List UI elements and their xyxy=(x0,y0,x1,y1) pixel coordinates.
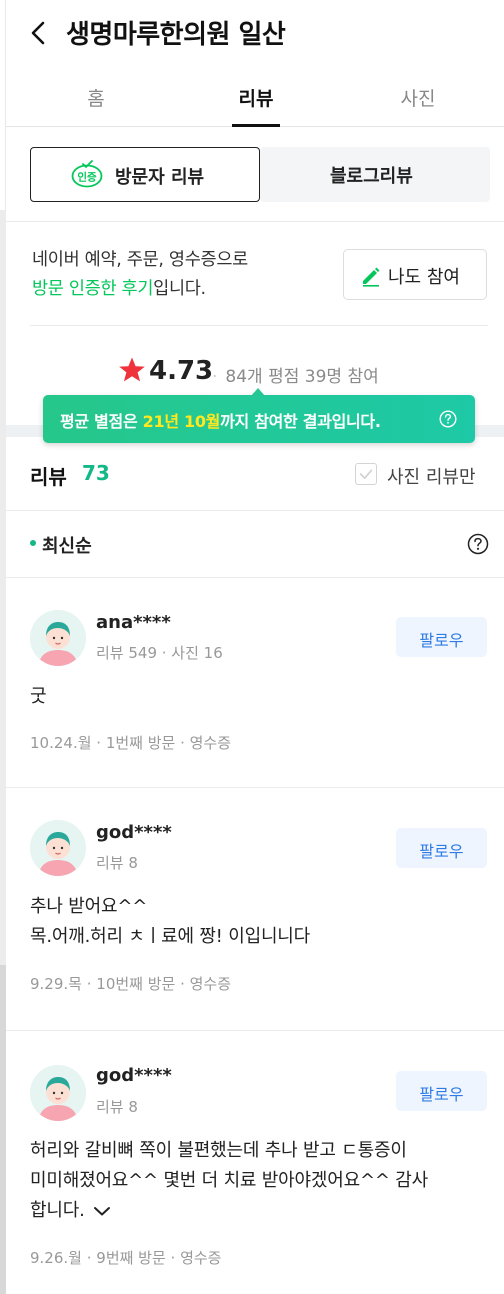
review-text: 추나 받어요^^ 목.어깨.허리 ㅊㅣ료에 짱! 이입니니다 xyxy=(30,892,310,952)
active-tab-indicator xyxy=(232,124,280,127)
tooltip-text-part1: 평균 별점은 xyxy=(60,412,143,431)
sort-dot xyxy=(30,540,36,546)
reviewer-name[interactable]: god**** xyxy=(96,822,172,843)
divider xyxy=(30,325,488,326)
visitor-review-label: 방문자 리뷰 xyxy=(115,167,205,188)
tab-photo[interactable]: 사진 xyxy=(358,84,478,111)
tab-bar: 홈 리뷰 사진 xyxy=(6,64,504,127)
tab-review[interactable]: 리뷰 xyxy=(196,84,316,111)
review-text: 굿 xyxy=(30,682,47,712)
checkbox-icon[interactable] xyxy=(355,463,377,485)
review-item: god**** 리뷰 8 팔로우 추나 받어요^^ 목.어깨.허리 ㅊㅣ료에 짱… xyxy=(6,788,504,1031)
certified-badge-label: 인증 xyxy=(77,171,97,184)
visit-meta: 10.24.월 · 1번째 방문 · 영수증 xyxy=(30,734,232,752)
avatar-face-icon xyxy=(30,610,86,666)
follow-label: 팔로우 xyxy=(419,842,464,861)
review-count-label: 리뷰 xyxy=(30,465,67,489)
reviewer-stats: 리뷰 549 · 사진 16 xyxy=(96,644,223,662)
avatar-face-icon xyxy=(30,1065,86,1121)
review-line: 합니다. xyxy=(30,1200,85,1221)
follow-label: 팔로우 xyxy=(419,631,464,650)
sort-row: 최신순 xyxy=(6,511,504,578)
certification-line2-rest: 입니다. xyxy=(153,279,206,299)
tooltip-text: 평균 별점은 21년 10월까지 참여한 결과입니다. xyxy=(60,408,381,432)
review-line-last: 합니다. xyxy=(30,1196,428,1226)
star-icon xyxy=(119,357,145,382)
review-item: ana**** 리뷰 549 · 사진 16 팔로우 굿 10.24.월 · 1… xyxy=(6,578,504,788)
visitor-review-toggle[interactable]: 인증 방문자 리뷰 xyxy=(30,147,260,202)
visit-meta: 9.26.월 · 9번째 방문 · 영수증 xyxy=(30,1249,222,1267)
chevron-left-icon[interactable] xyxy=(24,18,54,48)
blog-review-toggle[interactable]: 블로그리뷰 xyxy=(260,147,490,202)
avatar[interactable] xyxy=(30,1065,86,1121)
tooltip-highlight: 21년 10월 xyxy=(142,412,221,431)
rating-participants: 84개 평점 39명 참여 xyxy=(225,367,379,387)
sort-option[interactable]: 최신순 xyxy=(42,532,92,558)
reviewer-stats: 리뷰 8 xyxy=(96,1098,138,1116)
tab-home[interactable]: 홈 xyxy=(36,84,156,111)
rating-score: 4.73 xyxy=(149,356,214,386)
certification-highlight: 방문 인증한 후기 xyxy=(32,279,154,299)
join-review-button[interactable]: 나도 참여 xyxy=(343,249,487,300)
reviewer-name[interactable]: ana**** xyxy=(96,612,171,633)
rating-meta: · 84개 평점 39명 참여 xyxy=(212,362,379,387)
chevron-down-icon[interactable] xyxy=(93,1205,111,1217)
divider xyxy=(6,221,504,222)
photo-only-label: 사진 리뷰만 xyxy=(387,467,476,488)
tooltip-arrow xyxy=(251,388,265,396)
rating-tooltip: 평균 별점은 21년 10월까지 참여한 결과입니다. xyxy=(43,388,475,443)
review-count: 73 xyxy=(82,461,110,485)
review-count-row: 리뷰 73 사진 리뷰만 xyxy=(6,437,504,511)
follow-button[interactable]: 팔로우 xyxy=(396,828,487,868)
certification-line2: 방문 인증한 후기입니다. xyxy=(32,275,248,304)
review-page: 생명마루한의원 일산 홈 리뷰 사진 인증 방문자 리뷰 블로그리뷰 네이버 예… xyxy=(6,0,504,1294)
follow-label: 팔로우 xyxy=(419,1085,464,1104)
avatar-face-icon xyxy=(30,820,86,876)
visit-meta: 9.29.목 · 10번째 방문 · 영수증 xyxy=(30,975,232,993)
page-title: 생명마루한의원 일산 xyxy=(66,20,286,50)
avatar[interactable] xyxy=(30,610,86,666)
follow-button[interactable]: 팔로우 xyxy=(396,617,487,657)
review-line: 허리와 갈비뼈 쪽이 불편했는데 추나 받고 ㄷ통증이 xyxy=(30,1140,407,1161)
pencil-icon xyxy=(363,267,380,287)
tooltip-text-part2: 까지 참여한 결과입니다. xyxy=(220,412,381,431)
blog-review-label: 블로그리뷰 xyxy=(330,166,413,187)
reviewer-name[interactable]: god**** xyxy=(96,1065,172,1086)
reviewer-stats: 리뷰 8 xyxy=(96,854,138,872)
question-circle-icon[interactable] xyxy=(439,410,457,428)
review-text: 허리와 갈비뼈 쪽이 불편했는데 추나 받고 ㄷ통증이 미미해졌어요^^ 몇번 … xyxy=(30,1136,428,1226)
header: 생명마루한의원 일산 xyxy=(6,0,504,64)
review-item: god**** 리뷰 8 팔로우 허리와 갈비뼈 쪽이 불편했는데 추나 받고 … xyxy=(6,1031,504,1294)
review-line: 목.어깨.허리 ㅊㅣ료에 짱! 이입니니다 xyxy=(30,926,311,947)
rating-separator: · xyxy=(212,367,218,387)
certified-badge-icon: 인증 xyxy=(71,160,103,188)
certification-notice: 네이버 예약, 주문, 영수증으로 방문 인증한 후기입니다. xyxy=(32,246,248,304)
certification-line1: 네이버 예약, 주문, 영수증으로 xyxy=(32,250,248,270)
review-line: 미미해졌어요^^ 몇번 더 치료 받아야겠어요^^ 감사 xyxy=(30,1170,428,1191)
review-line: 굿 xyxy=(30,686,47,707)
review-line: 추나 받어요^^ xyxy=(30,896,148,917)
avatar[interactable] xyxy=(30,820,86,876)
follow-button[interactable]: 팔로우 xyxy=(396,1071,487,1111)
join-review-label: 나도 참여 xyxy=(388,267,460,288)
question-circle-icon[interactable] xyxy=(467,533,489,555)
